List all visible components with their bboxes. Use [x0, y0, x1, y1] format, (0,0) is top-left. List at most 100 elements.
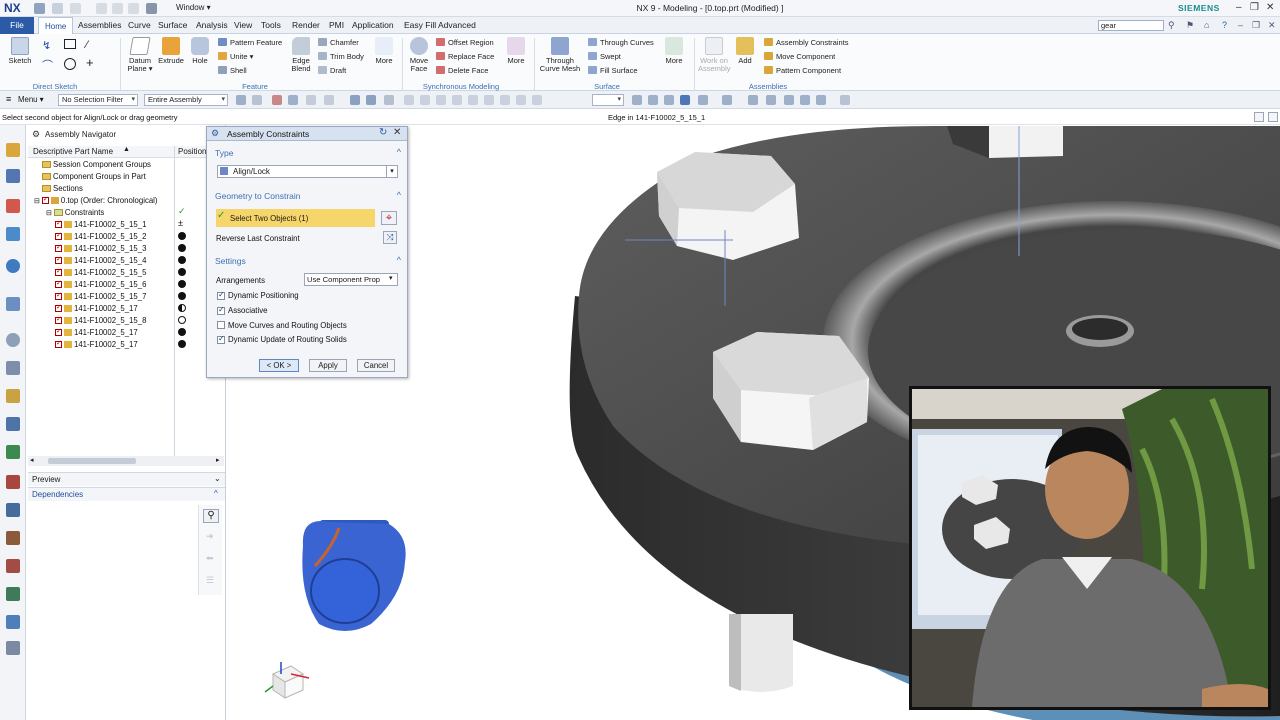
- more-surface-button[interactable]: More: [662, 37, 686, 65]
- horizontal-scrollbar[interactable]: ◂ ▸: [28, 456, 224, 466]
- background-icon[interactable]: [722, 95, 732, 105]
- snap-on-curve-icon[interactable]: [532, 95, 542, 105]
- tool-library-icon[interactable]: [6, 531, 20, 545]
- zoom-icon[interactable]: [632, 95, 642, 105]
- tree-item[interactable]: 141-F10002_5_15_2: [55, 231, 146, 241]
- chamfer-button[interactable]: Chamfer: [318, 38, 359, 47]
- part-navigator-icon[interactable]: [6, 199, 20, 213]
- help-icon[interactable]: ?: [1222, 20, 1227, 30]
- tab-file[interactable]: File: [0, 17, 34, 34]
- checkbox-icon[interactable]: [55, 279, 62, 288]
- assembly-constraints-button[interactable]: Assembly Constraints: [764, 38, 849, 47]
- delete-face-button[interactable]: Delete Face: [436, 66, 488, 75]
- checkbox-icon[interactable]: [55, 291, 62, 300]
- copy-icon[interactable]: [112, 3, 123, 14]
- select-all-icon[interactable]: [272, 95, 282, 105]
- checkbox-icon[interactable]: [55, 327, 62, 336]
- home-icon[interactable]: ⌂: [1204, 20, 1209, 30]
- chevron-down-icon[interactable]: ▾: [389, 274, 393, 282]
- snap-end-icon[interactable]: [420, 95, 430, 105]
- select-objects-row[interactable]: ✓ Select Two Objects (1): [216, 209, 375, 227]
- cut-icon[interactable]: [96, 3, 107, 14]
- reset-icon[interactable]: ↻: [379, 127, 387, 138]
- selection-scope-select[interactable]: Entire Assembly: [144, 94, 228, 106]
- assembly-navigator-icon[interactable]: [6, 143, 20, 157]
- machine-library-icon[interactable]: [6, 559, 20, 573]
- tree-item[interactable]: 141-F10002_5_17: [55, 327, 138, 337]
- tree-item-root[interactable]: ⊟0.top (Order: Chronological): [34, 195, 158, 205]
- settings-icon[interactable]: [6, 641, 20, 655]
- work-layer-icon[interactable]: [800, 95, 810, 105]
- search-icon[interactable]: ⚲: [203, 509, 219, 523]
- checkbox-icon[interactable]: [55, 267, 62, 276]
- through-curve-mesh-button[interactable]: Through Curve Mesh: [538, 37, 582, 73]
- paste-icon[interactable]: [128, 3, 139, 14]
- settings-section-header[interactable]: Settings: [215, 255, 401, 266]
- sketch-button[interactable]: Sketch: [6, 37, 34, 65]
- snap-control-icon[interactable]: [452, 95, 462, 105]
- column-descriptive-part-name[interactable]: Descriptive Part Name: [33, 147, 113, 156]
- history-icon[interactable]: [6, 333, 20, 347]
- checkbox-icon[interactable]: [55, 315, 62, 324]
- column-position[interactable]: Position: [178, 147, 206, 156]
- search-icon[interactable]: ⚲: [1168, 20, 1175, 31]
- draft-button[interactable]: Draft: [318, 66, 346, 75]
- menu-button[interactable]: Menu ▾: [18, 95, 44, 104]
- minimize-button[interactable]: –: [1236, 2, 1242, 13]
- collapse-icon[interactable]: ^: [214, 489, 218, 498]
- redo-icon[interactable]: [70, 3, 81, 14]
- command-search-input[interactable]: gear: [1098, 20, 1164, 31]
- checkbox-icon[interactable]: [55, 255, 62, 264]
- apply-button[interactable]: Apply: [309, 359, 347, 372]
- line-icon[interactable]: ⁄: [86, 39, 88, 51]
- snap-point-icon[interactable]: [404, 95, 414, 105]
- lasso-icon[interactable]: [306, 95, 316, 105]
- checkbox-icon[interactable]: [55, 303, 62, 312]
- expand-icon[interactable]: ⌄: [214, 474, 221, 483]
- maximize-icon[interactable]: [1268, 112, 1278, 122]
- system-materials-icon[interactable]: [6, 361, 20, 375]
- constraint-type-select[interactable]: Align/Lock ▾: [217, 165, 398, 178]
- work-on-assembly-button[interactable]: Work on Assembly: [698, 37, 731, 73]
- replace-face-button[interactable]: Replace Face: [436, 52, 494, 61]
- palette-icon[interactable]: [6, 503, 20, 517]
- checkbox-icon[interactable]: [55, 339, 62, 348]
- tree-item[interactable]: 141-F10002_5_15_3: [55, 243, 146, 253]
- cancel-button[interactable]: Cancel: [357, 359, 395, 372]
- toolbar-options-icon[interactable]: [840, 95, 850, 105]
- constraint-navigator-icon[interactable]: [6, 169, 20, 183]
- hole-button[interactable]: Hole: [188, 37, 212, 65]
- selection-filter-select[interactable]: No Selection Filter: [58, 94, 138, 106]
- hd3d-tools-icon[interactable]: [6, 259, 20, 273]
- datum-plane-button[interactable]: Datum Plane ▾: [126, 37, 154, 73]
- show-hide-icon[interactable]: [766, 95, 776, 105]
- orient-view-icon[interactable]: [698, 95, 708, 105]
- collapse-icon[interactable]: ⊟: [46, 210, 52, 217]
- manufacturing-wizards-icon[interactable]: [6, 417, 20, 431]
- ribbon-minimize-icon[interactable]: –: [1238, 20, 1243, 30]
- chevron-down-icon[interactable]: ▾: [386, 166, 397, 177]
- snap-intersection-icon[interactable]: [468, 95, 478, 105]
- snap-quadrant-icon[interactable]: [500, 95, 510, 105]
- tab-easy-fill-advanced[interactable]: Easy Fill Advanced: [404, 20, 476, 30]
- tab-home[interactable]: Home: [38, 17, 74, 35]
- window-menu[interactable]: Window ▾: [176, 3, 211, 12]
- list-icon[interactable]: ☰: [206, 575, 214, 586]
- swept-button[interactable]: Swept: [588, 52, 621, 61]
- checkbox-icon[interactable]: [55, 219, 62, 228]
- dependencies-section[interactable]: Dependencies ^: [28, 487, 225, 501]
- back-icon[interactable]: ⬅: [206, 553, 214, 564]
- tab-assemblies[interactable]: Assemblies: [78, 20, 121, 30]
- ribbon-restore-icon[interactable]: ❐: [1252, 20, 1260, 31]
- snap-mid-icon[interactable]: [436, 95, 446, 105]
- repeat-command-icon[interactable]: [146, 3, 157, 14]
- ribbon-close-icon[interactable]: ✕: [1268, 20, 1276, 31]
- close-icon[interactable]: ✕: [393, 127, 401, 138]
- checkbox-icon[interactable]: [41, 195, 49, 204]
- arc-icon[interactable]: ⌒: [42, 57, 53, 73]
- tree-item[interactable]: ⊟ Constraints: [46, 208, 104, 217]
- process-studio-icon[interactable]: [6, 389, 20, 403]
- web-browser-icon[interactable]: [6, 297, 20, 311]
- shaded-with-edges-icon[interactable]: [680, 95, 690, 105]
- pan-icon[interactable]: [648, 95, 658, 105]
